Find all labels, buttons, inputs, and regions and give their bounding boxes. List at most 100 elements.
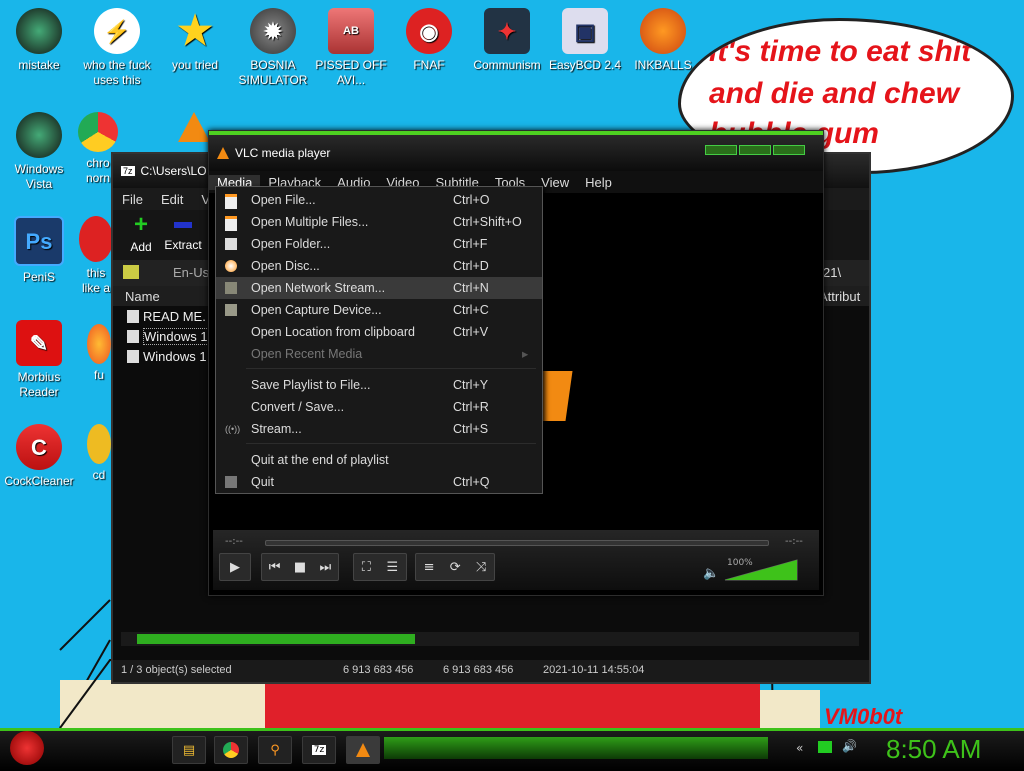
address-path: En-Us [173, 265, 210, 280]
file-name: READ ME. [143, 308, 206, 324]
menu-item-open-disc[interactable]: Open Disc... Ctrl+D [216, 255, 542, 277]
loop-icon[interactable]: ⟳ [450, 560, 461, 575]
7zip-app-icon: 7z [121, 166, 135, 176]
desktop-icon-windows-vista[interactable]: Windows Vista [0, 112, 78, 192]
desktop-icon-cockcleaner[interactable]: C CockCleaner [0, 424, 78, 489]
taskbar-search[interactable]: ⚲ [258, 736, 292, 764]
time-total: --:-- [785, 536, 803, 547]
desktop-icon-communism[interactable]: ✦ Communism [468, 8, 546, 73]
photoshop-icon: Ps [14, 216, 64, 266]
menu-separator [246, 368, 536, 369]
vlc-titlebar[interactable]: VLC media player [209, 131, 823, 171]
icon-label: mistake [18, 58, 60, 72]
menu-item-open-file[interactable]: Open File... Ctrl+O [216, 189, 542, 211]
menu-separator [246, 443, 536, 444]
icon-label: FNAF [413, 58, 445, 72]
desktop-icon-penis[interactable]: Ps PeniS [0, 216, 78, 285]
red-icon [79, 216, 113, 262]
ball-icon [640, 8, 686, 54]
vlc-cone-desktop-icon[interactable] [178, 112, 210, 142]
star-icon: ★ [177, 8, 213, 53]
seek-bar[interactable] [265, 540, 769, 546]
7zip-statusbar: 1 / 3 object(s) selected 6 913 683 456 6… [113, 660, 869, 682]
green-orb-icon [16, 8, 62, 54]
vlc-controls: --:-- --:-- ▶ ⏮ ■ ⏭ ⛶ ☰ ≡ ⟳ ⤨ 🔈 100% [213, 530, 819, 590]
desktop-icon-easybcd[interactable]: ▣ EasyBCD 2.4 [546, 8, 624, 73]
desktop-icon-fnaf[interactable]: ◉ FNAF [390, 8, 468, 73]
horizontal-scrollbar[interactable] [121, 632, 859, 646]
menu-help[interactable]: Help [577, 175, 620, 190]
7zip-menu-file[interactable]: File [113, 192, 152, 207]
desktop-icon-cd[interactable]: cd [86, 424, 112, 483]
add-button[interactable]: + Add [121, 211, 161, 255]
signature: VM0b0t [824, 704, 903, 729]
tray-arrow-icon[interactable]: « [796, 741, 803, 755]
menu-item-open-multiple-files[interactable]: Open Multiple Files... Ctrl+Shift+O [216, 211, 542, 233]
mine-icon: ✹ [250, 8, 296, 54]
chrome-icon [223, 742, 239, 758]
menu-item-stream[interactable]: ((•)) Stream... Ctrl+S [216, 418, 542, 440]
desktop-icon-firefox[interactable]: fu [86, 324, 112, 383]
desktop-icon-you-tried[interactable]: ★ you tried [156, 8, 234, 73]
lightning-icon: ⚡ [94, 8, 140, 54]
menu-item-open-network-stream[interactable]: Open Network Stream... Ctrl+N [216, 277, 542, 299]
minimize-button[interactable] [705, 145, 737, 155]
menu-item-save-playlist[interactable]: Save Playlist to File... Ctrl+Y [216, 374, 542, 396]
menu-item-open-location-clipboard[interactable]: Open Location from clipboard Ctrl+V [216, 321, 542, 343]
extract-button[interactable]: Extract [161, 214, 205, 252]
icon-label: Communism [473, 58, 541, 72]
desktop-icon-mistake[interactable]: mistake [0, 8, 78, 73]
menu-item-quit-end-playlist[interactable]: Quit at the end of playlist [216, 449, 542, 471]
volume-slider[interactable] [723, 558, 799, 582]
minus-icon [174, 222, 192, 228]
desktop-icon-inkballs[interactable]: INKBALLS [624, 8, 702, 73]
taskbar: ▤ ⚲ 7z « 🔊 8:50 AM [0, 728, 1024, 771]
icon-label: EasyBCD 2.4 [548, 58, 622, 72]
icon-label: chro norn [85, 156, 111, 185]
taskbar-vlc[interactable] [346, 736, 380, 764]
col-name[interactable]: Name [125, 289, 160, 304]
col-attributes[interactable]: Attribut [819, 289, 860, 304]
menu-item-convert-save[interactable]: Convert / Save... Ctrl+R [216, 396, 542, 418]
shuffle-icon[interactable]: ⤨ [476, 560, 486, 575]
desktop-icon-pissed-off-avi[interactable]: AB PISSED OFF AVI... [312, 8, 390, 88]
angry-bird-icon: ◉ [406, 8, 452, 54]
taskbar-explorer[interactable]: ▤ [172, 736, 206, 764]
computer-icon: ▣ [562, 8, 608, 54]
icon-label: PeniS [22, 270, 56, 284]
files-icon [225, 216, 237, 231]
maximize-button[interactable] [739, 145, 771, 155]
volume-tray-icon[interactable]: 🔊 [842, 739, 857, 753]
menu-item-open-capture-device[interactable]: Open Capture Device... Ctrl+C [216, 299, 542, 321]
play-button[interactable]: ▶ [219, 553, 251, 581]
playlist-icon[interactable]: ≡ [424, 560, 435, 575]
speaker-icon[interactable]: 🔈 [703, 566, 719, 581]
folder-up-icon[interactable] [123, 265, 139, 279]
plus-icon: + [133, 211, 148, 238]
icon-label: INKBALLS [634, 58, 692, 72]
next-icon[interactable]: ⏭ [320, 560, 332, 575]
taskbar-chrome[interactable] [214, 736, 248, 764]
desktop-icon-bosnia-simulator[interactable]: ✹ BOSNIA SIMULATOR [234, 8, 312, 88]
network-tray-icon[interactable] [818, 741, 832, 753]
file-icon [127, 349, 139, 363]
7zip-icon: 7z [311, 745, 327, 755]
start-button[interactable] [10, 731, 44, 765]
menu-item-quit[interactable]: Quit Ctrl+Q [216, 471, 542, 493]
fullscreen-icon[interactable]: ⛶ [362, 560, 371, 575]
scrollbar-thumb[interactable] [137, 634, 415, 644]
desktop-icon-morbius-reader[interactable]: ✎ Morbius Reader [0, 320, 78, 400]
previous-icon[interactable]: ⏮ [269, 560, 281, 575]
close-button[interactable] [773, 145, 805, 155]
equalizer-icon[interactable]: ☰ [387, 560, 399, 575]
7zip-title: C:\Users\LO [140, 164, 207, 178]
desktop-icon-this-like-a[interactable]: this like a [78, 216, 114, 296]
7zip-menu-edit[interactable]: Edit [152, 192, 192, 207]
taskbar-7zip[interactable]: 7z [302, 736, 336, 764]
vlc-icon [356, 743, 370, 757]
menu-item-open-folder[interactable]: Open Folder... Ctrl+F [216, 233, 542, 255]
view-group: ⛶ ☰ [353, 553, 407, 581]
stop-icon[interactable]: ■ [294, 560, 306, 575]
desktop-icon-who-uses-this[interactable]: ⚡ who the fuck uses this [78, 8, 156, 88]
clock[interactable]: 8:50 AM [886, 734, 981, 765]
